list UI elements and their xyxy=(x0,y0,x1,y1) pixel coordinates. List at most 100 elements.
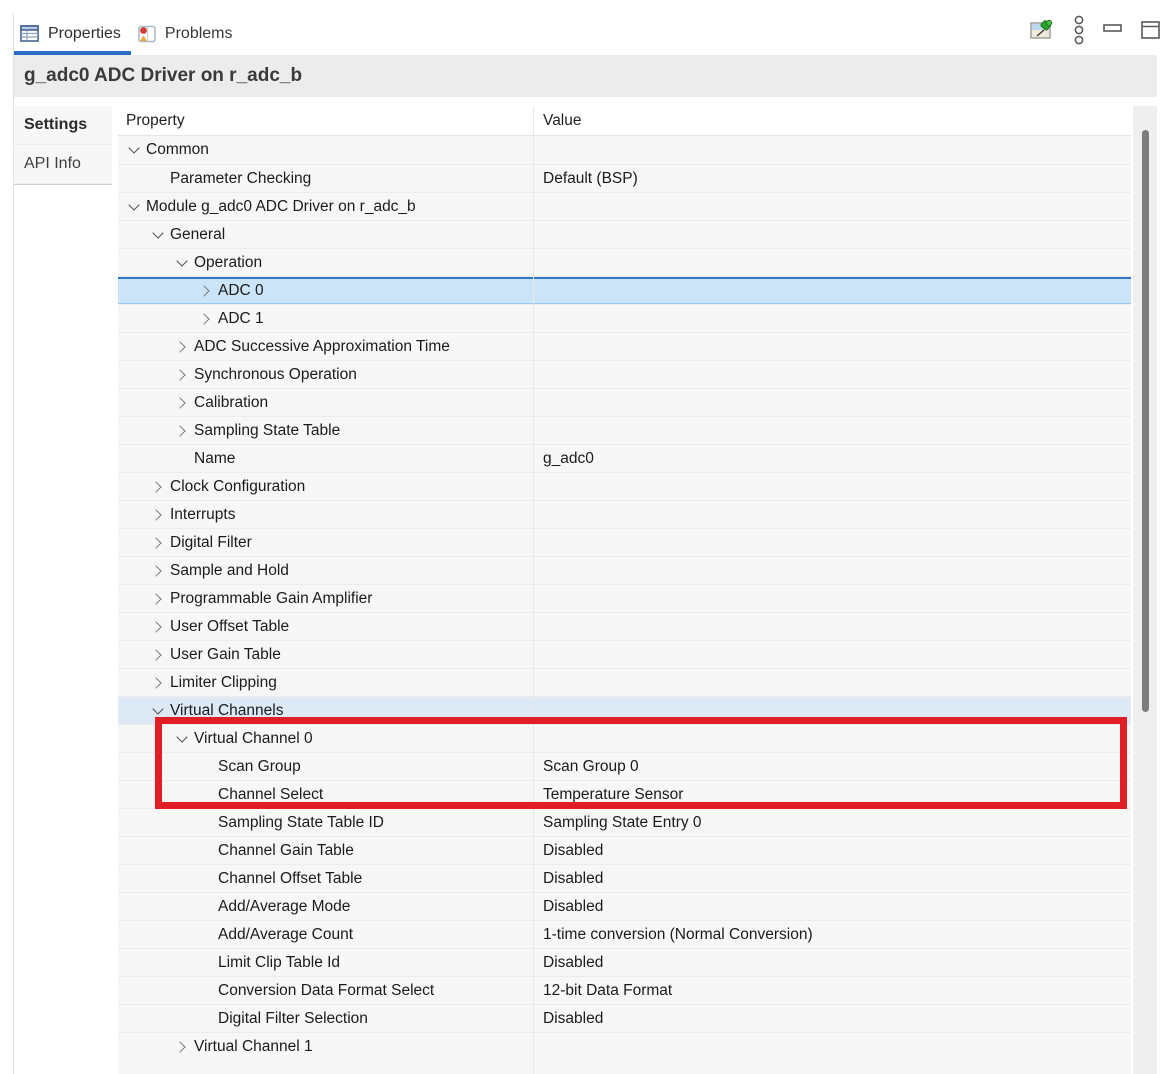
expand-toggle[interactable] xyxy=(150,535,170,551)
table-row[interactable]: Clock Configuration xyxy=(118,472,1131,500)
table-row[interactable]: User Offset Table xyxy=(118,612,1131,640)
chevron-right-icon[interactable] xyxy=(174,341,185,352)
expand-toggle[interactable] xyxy=(150,703,170,719)
value-cell[interactable]: Scan Group 0 xyxy=(543,758,639,776)
chevron-right-icon[interactable] xyxy=(150,565,161,576)
table-row[interactable]: Add/Average ModeDisabled xyxy=(118,892,1131,920)
table-row[interactable]: Parameter CheckingDefault (BSP) xyxy=(118,164,1131,192)
value-cell[interactable]: Disabled xyxy=(543,870,603,888)
table-row[interactable]: ADC Successive Approximation Time xyxy=(118,332,1131,360)
table-row[interactable]: ADC 1 xyxy=(118,304,1131,332)
chevron-down-icon[interactable] xyxy=(176,731,187,742)
table-row[interactable]: Common xyxy=(118,136,1131,164)
chevron-right-icon[interactable] xyxy=(174,1041,185,1052)
table-row[interactable]: User Gain Table xyxy=(118,640,1131,668)
expand-toggle[interactable] xyxy=(150,619,170,635)
expand-toggle[interactable] xyxy=(150,647,170,663)
table-row[interactable]: Channel SelectTemperature Sensor xyxy=(118,780,1131,808)
expand-toggle[interactable] xyxy=(150,479,170,495)
table-row[interactable]: Digital Filter SelectionDisabled xyxy=(118,1004,1131,1032)
table-row[interactable]: Digital Filter xyxy=(118,528,1131,556)
minimize-icon[interactable] xyxy=(1103,17,1123,48)
table-row[interactable]: Virtual Channel 1 xyxy=(118,1032,1131,1060)
table-row[interactable]: Operation xyxy=(118,248,1131,276)
chevron-right-icon[interactable] xyxy=(174,425,185,436)
expand-toggle[interactable] xyxy=(174,1039,194,1055)
expand-toggle[interactable] xyxy=(174,395,194,411)
table-row[interactable]: Sampling State Table IDSampling State En… xyxy=(118,808,1131,836)
expand-toggle[interactable] xyxy=(150,563,170,579)
expand-toggle[interactable] xyxy=(174,423,194,439)
column-divider[interactable] xyxy=(533,106,534,1074)
chevron-right-icon[interactable] xyxy=(150,649,161,660)
tab-problems[interactable]: Problems xyxy=(131,16,243,52)
expand-toggle[interactable] xyxy=(198,283,218,299)
expand-toggle[interactable] xyxy=(174,339,194,355)
table-row[interactable]: Channel Gain TableDisabled xyxy=(118,836,1131,864)
chevron-right-icon[interactable] xyxy=(150,537,161,548)
tab-properties[interactable]: Properties xyxy=(14,16,131,52)
table-row[interactable]: Channel Offset TableDisabled xyxy=(118,864,1131,892)
chevron-down-icon[interactable] xyxy=(176,255,187,266)
pin-view-icon[interactable] xyxy=(1029,17,1055,48)
value-cell[interactable]: g_adc0 xyxy=(543,450,594,468)
value-cell[interactable]: Disabled xyxy=(543,1010,603,1028)
expand-toggle[interactable] xyxy=(126,199,146,215)
expand-toggle[interactable] xyxy=(150,675,170,691)
table-row[interactable]: Interrupts xyxy=(118,500,1131,528)
table-row[interactable]: Nameg_adc0 xyxy=(118,444,1131,472)
expand-toggle[interactable] xyxy=(174,255,194,271)
value-cell[interactable]: Sampling State Entry 0 xyxy=(543,814,702,832)
expand-toggle[interactable] xyxy=(126,142,146,158)
chevron-right-icon[interactable] xyxy=(150,481,161,492)
value-cell[interactable]: Disabled xyxy=(543,842,603,860)
sidebar-item-settings[interactable]: Settings xyxy=(14,106,112,145)
indent-spacer xyxy=(174,451,194,467)
chevron-down-icon[interactable] xyxy=(128,142,139,153)
table-row[interactable]: Sample and Hold xyxy=(118,556,1131,584)
table-row[interactable]: Calibration xyxy=(118,388,1131,416)
sidebar-item-api-info[interactable]: API Info xyxy=(14,145,112,184)
chevron-right-icon[interactable] xyxy=(174,369,185,380)
table-row[interactable]: Synchronous Operation xyxy=(118,360,1131,388)
value-cell[interactable]: Temperature Sensor xyxy=(543,786,683,804)
expand-toggle[interactable] xyxy=(150,507,170,523)
table-row[interactable]: General xyxy=(118,220,1131,248)
table-row[interactable]: ADC 0 xyxy=(118,276,1131,304)
chevron-right-icon[interactable] xyxy=(198,313,209,324)
value-cell[interactable]: Disabled xyxy=(543,954,603,972)
table-row[interactable]: Scan GroupScan Group 0 xyxy=(118,752,1131,780)
value-cell[interactable]: Disabled xyxy=(543,898,603,916)
table-row[interactable]: Virtual Channel 0 xyxy=(118,724,1131,752)
value-cell[interactable]: Default (BSP) xyxy=(543,170,638,188)
chevron-right-icon[interactable] xyxy=(174,397,185,408)
table-row[interactable]: Virtual Channels xyxy=(118,696,1131,724)
table-row[interactable]: Programmable Gain Amplifier xyxy=(118,584,1131,612)
value-cell[interactable]: 1-time conversion (Normal Conversion) xyxy=(543,926,813,944)
table-row[interactable]: Add/Average Count1-time conversion (Norm… xyxy=(118,920,1131,948)
expand-toggle[interactable] xyxy=(150,591,170,607)
chevron-right-icon[interactable] xyxy=(198,285,209,296)
table-row[interactable]: Module g_adc0 ADC Driver on r_adc_b xyxy=(118,192,1131,220)
table-row[interactable]: Limiter Clipping xyxy=(118,668,1131,696)
vertical-scrollbar[interactable] xyxy=(1133,106,1157,1074)
chevron-down-icon[interactable] xyxy=(152,227,163,238)
table-row[interactable]: Sampling State Table xyxy=(118,416,1131,444)
view-menu-icon[interactable] xyxy=(1073,15,1085,50)
chevron-right-icon[interactable] xyxy=(150,677,161,688)
chevron-right-icon[interactable] xyxy=(150,621,161,632)
expand-toggle[interactable] xyxy=(198,311,218,327)
expand-toggle[interactable] xyxy=(174,731,194,747)
chevron-right-icon[interactable] xyxy=(150,509,161,520)
chevron-right-icon[interactable] xyxy=(150,593,161,604)
chevron-down-icon[interactable] xyxy=(152,703,163,714)
settings-sidebar: Settings API Info xyxy=(14,106,112,185)
scrollbar-thumb[interactable] xyxy=(1142,130,1149,712)
table-row[interactable]: Limit Clip Table IdDisabled xyxy=(118,948,1131,976)
maximize-icon[interactable] xyxy=(1141,17,1161,48)
expand-toggle[interactable] xyxy=(150,227,170,243)
chevron-down-icon[interactable] xyxy=(128,199,139,210)
expand-toggle[interactable] xyxy=(174,367,194,383)
table-row[interactable]: Conversion Data Format Select12-bit Data… xyxy=(118,976,1131,1004)
value-cell[interactable]: 12-bit Data Format xyxy=(543,982,672,1000)
